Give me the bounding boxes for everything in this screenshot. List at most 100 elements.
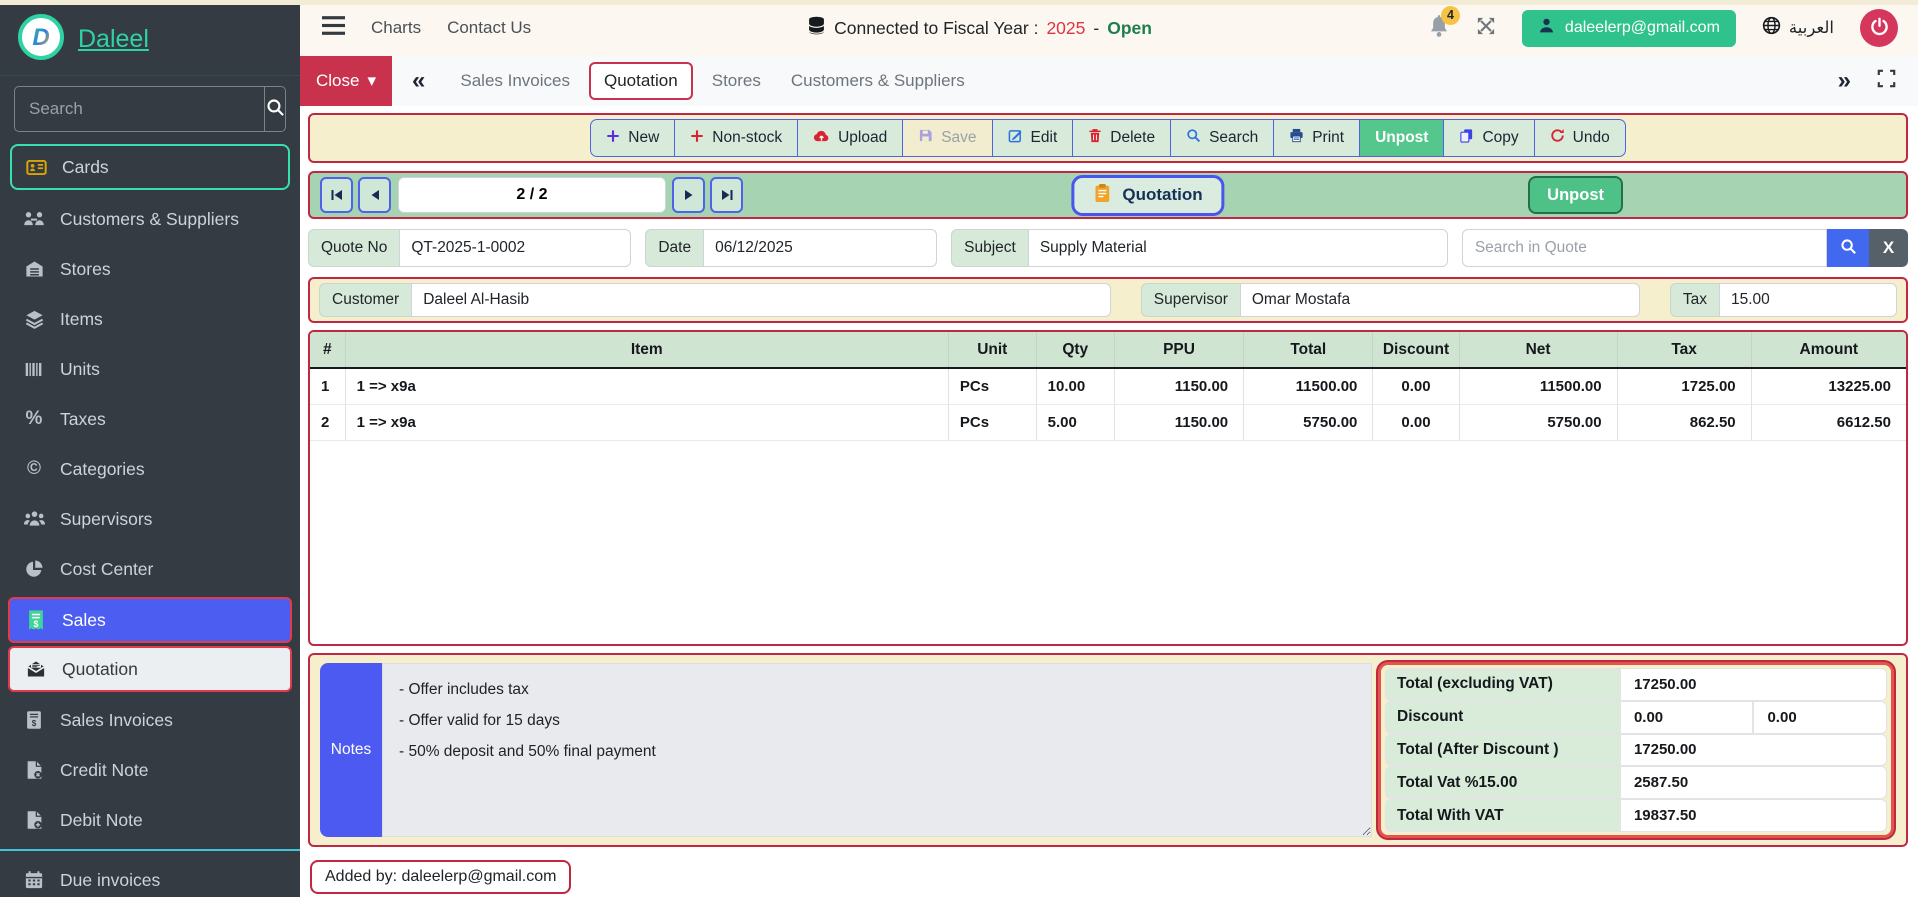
plus-icon — [690, 129, 704, 148]
sidebar-item-supervisors[interactable]: Supervisors — [0, 494, 300, 544]
record-position-input[interactable] — [398, 177, 666, 213]
search-record-button[interactable]: Search — [1171, 119, 1274, 157]
total-after-discount-row: Total (After Discount ) 17250.00 — [1385, 734, 1887, 767]
close-label: Close — [316, 71, 359, 91]
doc-type-label: Quotation — [1122, 185, 1202, 205]
supervisor-field: Supervisor — [1141, 283, 1640, 317]
topbar: Charts Contact Us Connected to Fiscal Ye… — [300, 0, 1918, 56]
clear-search-button[interactable]: X — [1869, 229, 1908, 267]
sidebar-search — [14, 86, 286, 132]
sidebar-item-credit-note[interactable]: Credit Note — [0, 745, 300, 795]
tab-bar: Close ▾ « Sales Invoices Quotation Store… — [300, 56, 1918, 106]
sidebar-item-taxes[interactable]: % Taxes — [0, 394, 300, 444]
nav-link-charts[interactable]: Charts — [371, 18, 421, 38]
sidebar-item-debit-note[interactable]: Debit Note — [0, 795, 300, 845]
brand[interactable]: D Daleel — [0, 0, 300, 76]
col-index: # — [310, 332, 345, 368]
envelope-open-icon — [24, 659, 48, 679]
total-excluding-vat-row: Total (excluding VAT) 17250.00 — [1385, 668, 1887, 701]
save-icon — [918, 128, 933, 148]
chevrons-right-icon[interactable]: » — [1838, 67, 1851, 95]
sidebar-item-items[interactable]: Items — [0, 294, 300, 344]
edit-button[interactable]: Edit — [993, 119, 1074, 157]
plus-icon — [606, 129, 620, 148]
hamburger-menu-icon[interactable] — [322, 16, 345, 40]
previous-record-button[interactable] — [358, 177, 391, 213]
close-button[interactable]: Close ▾ — [300, 56, 392, 106]
customer-field: Customer — [319, 283, 1111, 317]
sidebar-item-cost-center[interactable]: Cost Center — [0, 544, 300, 594]
expand-arrows-icon[interactable] — [1476, 16, 1496, 41]
nav-link-contact-us[interactable]: Contact Us — [447, 18, 531, 38]
clear-x-label: X — [1883, 238, 1894, 257]
customer-input[interactable] — [411, 283, 1111, 317]
tab-stores[interactable]: Stores — [697, 71, 776, 91]
table-row[interactable]: 2 1 => x9a PCs 5.00 1150.00 5750.00 0.00… — [310, 404, 1906, 440]
notes-textarea[interactable]: - Offer includes tax - Offer valid for 1… — [382, 663, 1372, 837]
svg-text:D: D — [32, 24, 49, 51]
sidebar-item-sales[interactable]: $ Sales — [8, 597, 292, 643]
search-in-quote-input[interactable] — [1462, 229, 1827, 267]
subject-input[interactable] — [1028, 229, 1448, 267]
notifications-button[interactable]: 4 — [1428, 14, 1450, 43]
chevrons-left-icon[interactable]: « — [412, 67, 425, 95]
unpost-button[interactable]: Unpost — [1360, 119, 1444, 157]
sidebar-item-cards[interactable]: Cards — [10, 144, 290, 190]
new-button[interactable]: New — [590, 119, 675, 157]
items-table-panel: # Item Unit Qty PPU Total Discount Net T… — [308, 330, 1908, 646]
tab-sales-invoices[interactable]: Sales Invoices — [445, 71, 585, 91]
total-vat-row: Total Vat %15.00 2587.50 — [1385, 766, 1887, 799]
col-net: Net — [1459, 332, 1617, 368]
sidebar-item-units[interactable]: Units — [0, 344, 300, 394]
print-button[interactable]: Print — [1274, 119, 1360, 157]
save-button[interactable]: Save — [903, 119, 992, 157]
quote-no-input[interactable] — [399, 229, 631, 267]
users-icon — [22, 509, 46, 529]
sidebar-item-customers-suppliers[interactable]: Customers & Suppliers — [0, 194, 300, 244]
date-input[interactable] — [703, 229, 937, 267]
first-record-button[interactable] — [320, 177, 353, 213]
notes-label: Notes — [320, 663, 382, 837]
tab-quotation[interactable]: Quotation — [589, 62, 693, 100]
receipt-dollar-icon: $ — [24, 609, 48, 631]
items-table: # Item Unit Qty PPU Total Discount Net T… — [310, 332, 1906, 441]
tab-customers-suppliers[interactable]: Customers & Suppliers — [776, 71, 980, 91]
next-record-button[interactable] — [672, 177, 705, 213]
sidebar-item-categories[interactable]: © Categories — [0, 444, 300, 494]
fullscreen-icon[interactable] — [1877, 69, 1896, 93]
fiscal-year-status: Connected to Fiscal Year : 2025 - Open — [557, 16, 1402, 41]
upload-button[interactable]: Upload — [798, 119, 903, 157]
caret-down-icon: ▾ — [367, 71, 376, 91]
post-status-button[interactable]: Unpost — [1528, 176, 1623, 214]
printer-icon — [1289, 128, 1304, 148]
sidebar-search-input[interactable] — [15, 87, 264, 131]
delete-button[interactable]: Delete — [1073, 119, 1171, 157]
supervisor-input[interactable] — [1240, 283, 1640, 317]
search-in-quote-button[interactable] — [1827, 229, 1869, 267]
copy-button[interactable]: Copy — [1444, 119, 1534, 157]
sidebar-item-label: Credit Note — [60, 760, 149, 781]
user-account-button[interactable]: daleelerp@gmail.com — [1522, 10, 1736, 47]
last-record-button[interactable] — [710, 177, 743, 213]
non-stock-button[interactable]: Non-stock — [675, 119, 798, 157]
sidebar-search-button[interactable] — [264, 87, 285, 131]
notes-panel: Notes - Offer includes tax - Offer valid… — [308, 653, 1908, 847]
tax-input[interactable] — [1719, 283, 1897, 317]
quote-search-group: X — [1462, 229, 1908, 267]
globe-icon — [1762, 16, 1781, 40]
copyright-icon: © — [22, 458, 46, 480]
brand-name[interactable]: Daleel — [78, 25, 149, 54]
table-row[interactable]: 1 1 => x9a PCs 10.00 1150.00 11500.00 0.… — [310, 368, 1906, 404]
logout-button[interactable] — [1860, 9, 1898, 47]
svg-text:$: $ — [32, 719, 37, 728]
pie-chart-icon — [22, 559, 46, 579]
sidebar-item-quotation[interactable]: Quotation — [8, 646, 292, 692]
language-switch[interactable]: العربية — [1762, 16, 1834, 40]
col-item: Item — [345, 332, 948, 368]
sidebar-item-label: Quotation — [62, 659, 138, 680]
sidebar-item-stores[interactable]: Stores — [0, 244, 300, 294]
doc-type-badge[interactable]: Quotation — [1071, 175, 1224, 216]
undo-button[interactable]: Undo — [1535, 119, 1626, 157]
sidebar-item-sales-invoices[interactable]: $ Sales Invoices — [0, 695, 300, 745]
sidebar-item-due-invoices[interactable]: Due invoices — [0, 855, 300, 897]
